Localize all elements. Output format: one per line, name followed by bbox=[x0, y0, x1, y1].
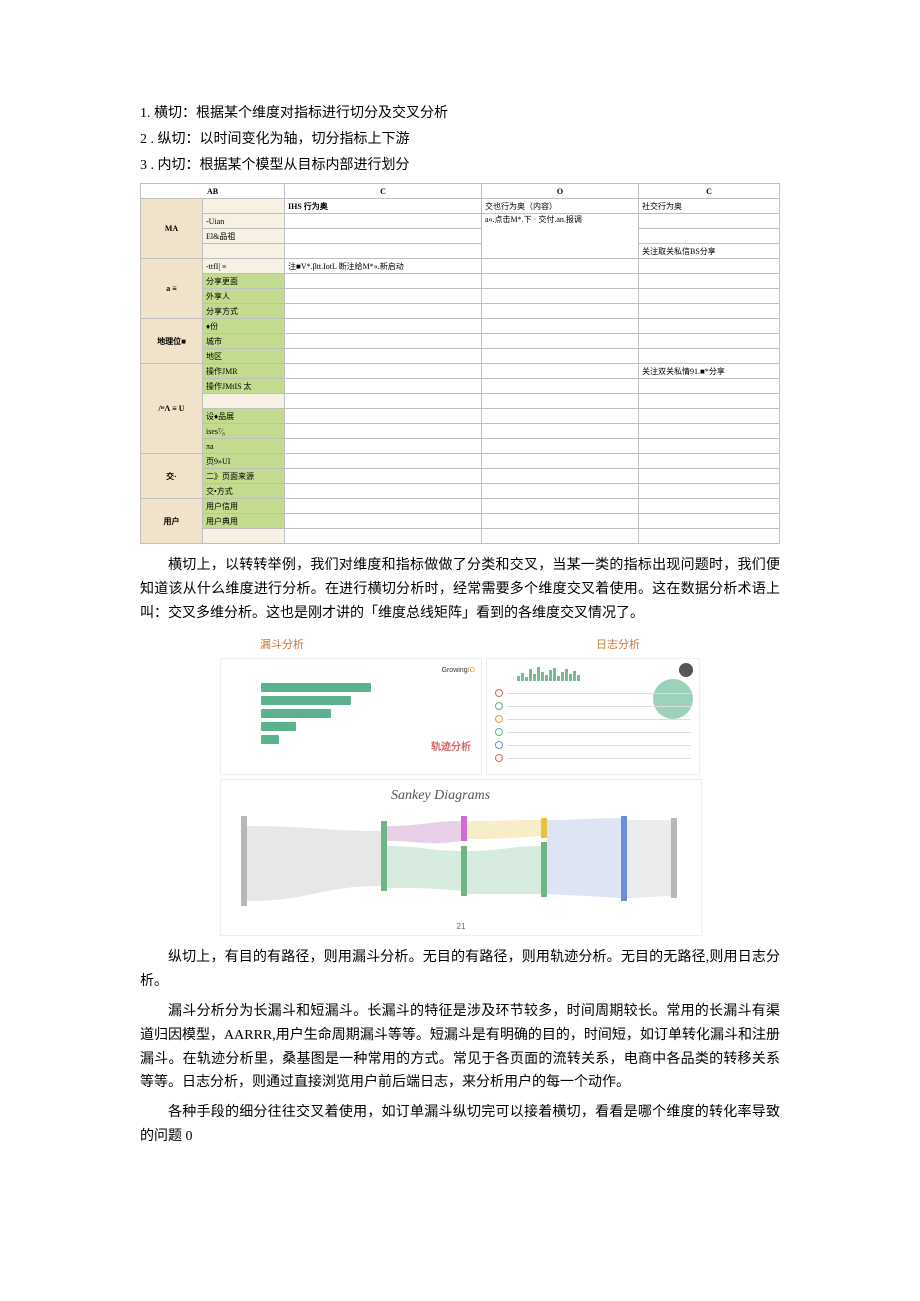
log-panel bbox=[486, 658, 700, 775]
document-page: 1. 横切：根据某个维度对指标进行切分及交叉分析 2 . 纵切：以时间变化为轴，… bbox=[0, 0, 920, 1215]
cell-b-r5: -ttfI| ≡ bbox=[203, 259, 285, 274]
cell-b-r7: 外享人 bbox=[203, 289, 285, 304]
paragraph-1: 横切上，以转转举例，我们对维度和指标做做了分类和交叉，当某一类的指标出现问题时，… bbox=[140, 554, 780, 625]
sankey-diagram-icon bbox=[231, 806, 691, 916]
avatar-icon bbox=[679, 663, 693, 677]
cell-a-user: 用户 bbox=[141, 499, 203, 544]
cell-b-r1 bbox=[203, 199, 285, 214]
analysis-figure: 漏斗分析 日志分析 GrowingIO 轨迹分析 bbox=[220, 636, 700, 937]
cell-b-r11: 地区 bbox=[203, 349, 285, 364]
cell-a-jiao: 交· bbox=[141, 454, 203, 499]
cell-b-r3: El&品祖 bbox=[203, 229, 285, 244]
list-item-2: 2 . 纵切：以时间变化为轴，切分指标上下游 bbox=[140, 128, 780, 152]
cell-b-r10: 城市 bbox=[203, 334, 285, 349]
growing-logo: GrowingIO bbox=[442, 665, 475, 677]
cell-a-ma: MA bbox=[141, 199, 203, 259]
figure-title-funnel: 漏斗分析 bbox=[260, 636, 304, 655]
th-o: O bbox=[482, 184, 639, 199]
cell-a-geo: 地理位■ bbox=[141, 319, 203, 364]
sankey-title: Sankey Diagrams bbox=[391, 784, 490, 808]
cell-o-r5 bbox=[482, 259, 639, 274]
cell-c-r4 bbox=[285, 244, 482, 259]
sankey-panel: Sankey Diagrams 21 bbox=[220, 779, 702, 936]
cell-e-r5 bbox=[639, 259, 780, 274]
cell-b-r6: 分享更面 bbox=[203, 274, 285, 289]
funnel-panel: GrowingIO 轨迹分析 bbox=[220, 658, 482, 775]
cell-b-r16: ises⁷⁄₈ bbox=[203, 424, 285, 439]
cell-c-r5: 注■V*.βtt.IotL 断注给M*«.新启动 bbox=[285, 259, 482, 274]
cell-b-r15: 设♦品展 bbox=[203, 409, 285, 424]
cell-b-r20: 交•方式 bbox=[203, 484, 285, 499]
dimension-matrix-table: AB C O C MA IHS 行为奥 交也行为奥（内容） 社交行为奥 -Uia… bbox=[140, 183, 780, 544]
cell-b-r9: ♦份 bbox=[203, 319, 285, 334]
figure-title-log: 日志分析 bbox=[596, 636, 640, 655]
figure-page-number: 21 bbox=[221, 920, 701, 934]
cell-b-r8: 分享方式 bbox=[203, 304, 285, 319]
cell-b-r21: 用户信用 bbox=[203, 499, 285, 514]
trajectory-label: 轨迹分析 bbox=[431, 739, 471, 756]
cell-b-r2: -Uian bbox=[203, 214, 285, 229]
cell-c-r2 bbox=[285, 214, 482, 229]
cell-o-r1: 交也行为奥（内容） bbox=[482, 199, 639, 214]
th-c1: C bbox=[285, 184, 482, 199]
list-item-1: 1. 横切：根据某个维度对指标进行切分及交叉分析 bbox=[140, 102, 780, 126]
paragraph-4: 各种手段的细分往往交叉着使用，如订单漏斗纵切完可以接着横切，看看是哪个维度的转化… bbox=[140, 1101, 780, 1149]
cell-e-r12: 关注双关私情91.■*分享 bbox=[639, 364, 780, 379]
cell-b-r12: 操作JMR bbox=[203, 364, 285, 379]
cell-a-ae: a ≡ bbox=[141, 259, 203, 319]
list-item-3: 3 . 内切：根据某个模型从目标内部进行划分 bbox=[140, 154, 780, 178]
cell-e-r3 bbox=[639, 229, 780, 244]
cell-b-r14 bbox=[203, 394, 285, 409]
th-ab: AB bbox=[141, 184, 285, 199]
cell-b-r22: 用户典用 bbox=[203, 514, 285, 529]
cell-b-r19: 二》页面来源 bbox=[203, 469, 285, 484]
cell-o-r2: a«.点击M*.下 · 交付.an.报调 bbox=[482, 214, 639, 259]
cell-e-r2 bbox=[639, 214, 780, 229]
cell-b-r17: πa bbox=[203, 439, 285, 454]
cell-e-r4: 关注取关私信BS分享 bbox=[639, 244, 780, 259]
paragraph-3: 漏斗分析分为长漏斗和短漏斗。长漏斗的特征是涉及环节较多，时间周期较长。常用的长漏… bbox=[140, 1000, 780, 1095]
cell-a-dev: /ᵗᵉΛ ≡ U bbox=[141, 364, 203, 454]
cell-b-r18: 页9»UI bbox=[203, 454, 285, 469]
cell-b-r4 bbox=[203, 244, 285, 259]
th-c2: C bbox=[639, 184, 780, 199]
cell-b-r13: 操作JMtIS 太 bbox=[203, 379, 285, 394]
cell-c-r3 bbox=[285, 229, 482, 244]
paragraph-2: 纵切上，有目的有路径，则用漏斗分析。无目的有路径，则用轨迹分析。无目的无路径,则… bbox=[140, 946, 780, 994]
cell-e-r1: 社交行为奥 bbox=[639, 199, 780, 214]
cell-b-r23 bbox=[203, 529, 285, 544]
cell-c-r1: IHS 行为奥 bbox=[285, 199, 482, 214]
